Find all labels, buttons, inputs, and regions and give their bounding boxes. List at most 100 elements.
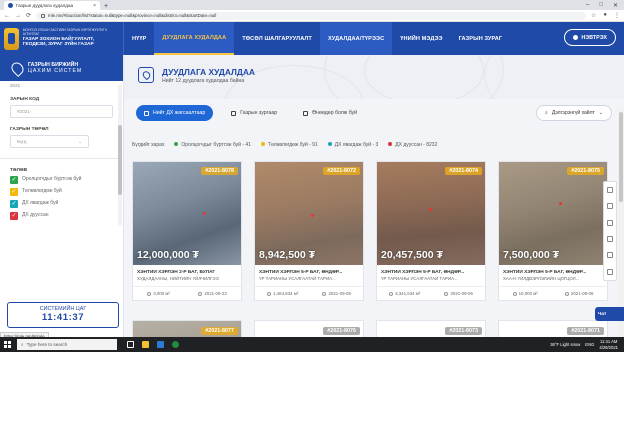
tool-icon-2[interactable] <box>607 203 613 210</box>
auction-code-badge: #2021-8076 <box>323 327 360 335</box>
auction-purpose: ҮР ТАРИАНЫ УСАЛГААТАЙ ТАРИА... <box>259 276 336 281</box>
close-tab-icon[interactable]: × <box>93 3 96 9</box>
auction-area: 3,341,634 м² <box>395 291 421 296</box>
parcel-satellite-image: #2021-8074 20,457,500 ₮ <box>377 162 485 265</box>
view-toolbar: Нийт ДХ жагсаалтаар Газрын зургаар Өнөөд… <box>136 105 612 121</box>
status-checkbox-ongoing[interactable]: ✓ ДХ явагдаж буй <box>10 200 113 208</box>
calendar-icon <box>198 291 203 296</box>
url-input[interactable]: mle.mn/#/auction/list?status=null&type=n… <box>36 11 586 20</box>
system-subtitle: ЦАХИМ СИСТЕМ <box>28 68 83 74</box>
window-controls: – □ ✕ <box>586 2 624 9</box>
year-value[interactable]: 2021 <box>10 83 113 88</box>
search-icon: ⌕ <box>21 342 24 347</box>
main-nav: НҮҮР ДУУДЛАГА ХУДАЛДАА ТӨСӨЛ ШАЛГАРУУЛАЛ… <box>124 22 624 55</box>
view-list-button[interactable]: Нийт ДХ жагсаалтаар <box>136 105 214 121</box>
tool-icon-3[interactable] <box>607 219 613 226</box>
new-tab-button[interactable]: + <box>104 3 108 10</box>
legend-finished[interactable]: ДХ дууссан - 8232 <box>388 142 437 148</box>
file-explorer-icon[interactable] <box>142 341 149 348</box>
browser-tab[interactable]: Газрын дуудлага худалдаа × <box>4 1 100 10</box>
nav-auction[interactable]: ДУУДЛАГА ХУДАЛДАА <box>154 22 235 55</box>
legend-registering[interactable]: Оролцогчдыг бүртгэж буй - 41 <box>174 142 251 148</box>
map-icon <box>231 110 237 116</box>
calendar-icon <box>564 291 569 296</box>
auction-price: 20,457,500 ₮ <box>381 249 443 261</box>
site-logo[interactable]: МОНГОЛ УЛСЫН ЗАСГИЙН ГАЗРЫН ХЭРЭГЖҮҮЛЭГЧ… <box>0 22 124 55</box>
filter-icon: ⌕ <box>545 110 548 116</box>
calendar-icon <box>444 291 449 296</box>
auction-meta: 10,000 м² 2021-09-06 <box>499 286 607 300</box>
code-input[interactable]: #2021- <box>10 105 113 118</box>
main-content: ДУУДЛАГА ХУДАЛДАА Нийт 12 дуудлага худал… <box>124 55 624 352</box>
maximize-icon[interactable]: □ <box>599 2 603 9</box>
status-checkbox-planned[interactable]: ✓ Төлөвлөгдөж буй <box>10 188 113 196</box>
chevron-down-icon: ⌄ <box>598 110 603 116</box>
status-checkbox-finished[interactable]: ✓ ДХ дууссан <box>10 212 113 220</box>
tool-icon-6[interactable] <box>607 268 613 275</box>
auction-code-badge: #2021-8078 <box>201 167 238 175</box>
auction-card[interactable]: #2021-8072 8,942,500 ₮ ХЭНТИЙ ХЭРЛЭН 5-Р… <box>254 161 364 301</box>
sidebar-scroll-thumb[interactable] <box>118 125 122 195</box>
nav-price-info[interactable]: ҮНИЙН МЭДЭЭ <box>392 22 450 55</box>
auction-date: 2021-09-23 <box>204 291 227 296</box>
parcel-satellite-image: #2021-8075 7,500,000 ₮ <box>499 162 607 265</box>
windows-start-icon[interactable] <box>4 341 11 348</box>
nav-home[interactable]: НҮҮР <box>124 22 154 55</box>
auction-code-badge: #2021-8072 <box>323 167 360 175</box>
legend-planned[interactable]: Төлөвлөгдөж буй - 91 <box>260 142 318 148</box>
mail-icon[interactable] <box>157 341 164 348</box>
chat-widget[interactable]: Чат <box>595 307 624 321</box>
tab-title: Газрын дуудлага худалдаа <box>16 3 74 8</box>
view-map-button[interactable]: Газрын зургаар <box>223 105 285 121</box>
parcel-satellite-image: #2021-8072 8,942,500 ₮ <box>255 162 363 265</box>
auction-card[interactable]: #2021-8078 12,000,000 ₮ ХЭНТИЙ ХЭРЛЭН 2-… <box>132 161 242 301</box>
star-icon[interactable]: ☆ <box>591 12 596 19</box>
taskbar-clock[interactable]: 11:41 AM 4/29/2021 <box>599 339 618 349</box>
login-button[interactable]: НЭВТРЭХ <box>564 29 616 46</box>
close-window-icon[interactable]: ✕ <box>613 2 618 9</box>
chrome-icon[interactable] <box>172 341 179 348</box>
tool-icon-4[interactable] <box>607 236 613 243</box>
language-indicator[interactable]: ENG <box>585 342 594 347</box>
parcel-satellite-image: #2021-8078 12,000,000 ₮ <box>133 162 241 265</box>
tool-icon-1[interactable] <box>607 187 613 194</box>
nav-sale-rent[interactable]: ХУДАЛДАА/ТҮРЭЭС <box>319 22 393 55</box>
url-text: mle.mn/#/auction/list?status=null&type=n… <box>48 13 217 18</box>
legend-ongoing[interactable]: ДХ явагдаж буй - 3 <box>327 142 378 148</box>
status-list: ✓ Оролцогчдыг бүртгэж буй ✓ Төлөвлөгдөж … <box>10 176 113 220</box>
auction-card[interactable]: #2021-8074 20,457,500 ₮ ХЭНТИЙ ХЭРЛЭН 5-… <box>376 161 486 301</box>
advanced-search-button[interactable]: ⌕ Дэлгэрэнгүй хайлт ⌄ <box>536 105 612 121</box>
windows-taskbar: ⌕ Type here to search 36°F Light snow EN… <box>0 337 624 352</box>
nav-project-selection[interactable]: ТӨСӨЛ ШАЛГАРУУЛАЛТ <box>234 22 320 55</box>
legend-all[interactable]: Бүгдийг харах <box>132 142 164 148</box>
check-icon: ✓ <box>10 176 18 184</box>
auction-card[interactable]: #2021-8075 7,500,000 ₮ ХЭНТИЙ ХЭРЛЭН 5-Р… <box>498 161 608 301</box>
task-view-icon[interactable] <box>127 341 134 348</box>
filter-sidebar: ГАЗРЫН БИРЖИЙН ЦАХИМ СИСТЕМ 2021 ЗАРЫН К… <box>0 55 124 352</box>
user-icon <box>573 35 579 40</box>
system-tray: 36°F Light snow ENG 11:41 AM 4/29/2021 <box>550 339 624 349</box>
taskbar-search[interactable]: ⌕ Type here to search <box>17 339 117 350</box>
clock-icon <box>303 110 309 116</box>
auction-area: 10,000 м² <box>518 291 538 296</box>
lock-icon <box>41 13 46 18</box>
page-scroll-thumb[interactable] <box>619 112 623 202</box>
weather-widget[interactable]: 36°F Light snow <box>550 342 580 347</box>
minimize-icon[interactable]: – <box>586 2 589 9</box>
check-icon: ✓ <box>10 212 18 220</box>
type-select[interactable]: Бүгд ⌄ <box>10 135 89 148</box>
browser-actions: ☆ ● ⋮ <box>591 12 620 19</box>
type-value: Бүгд <box>17 139 27 144</box>
profile-icon[interactable]: ● <box>603 12 607 19</box>
back-button[interactable]: ← <box>4 13 10 19</box>
reload-button[interactable]: ⟳ <box>26 12 31 19</box>
favicon-icon <box>8 3 13 8</box>
forward-button[interactable]: → <box>15 13 21 19</box>
menu-icon[interactable]: ⋮ <box>614 12 620 19</box>
nav-map[interactable]: ГАЗРЫН ЗУРАГ <box>451 22 511 55</box>
type-label: ГАЗРЫН ТӨРӨЛ <box>10 127 49 132</box>
tool-icon-5[interactable] <box>607 252 613 259</box>
view-today-button[interactable]: Өнөөдөр болж буй <box>295 105 365 121</box>
map-pin-icon <box>9 59 26 77</box>
status-checkbox-registering[interactable]: ✓ Оролцогчдыг бүртгэж буй <box>10 176 113 184</box>
